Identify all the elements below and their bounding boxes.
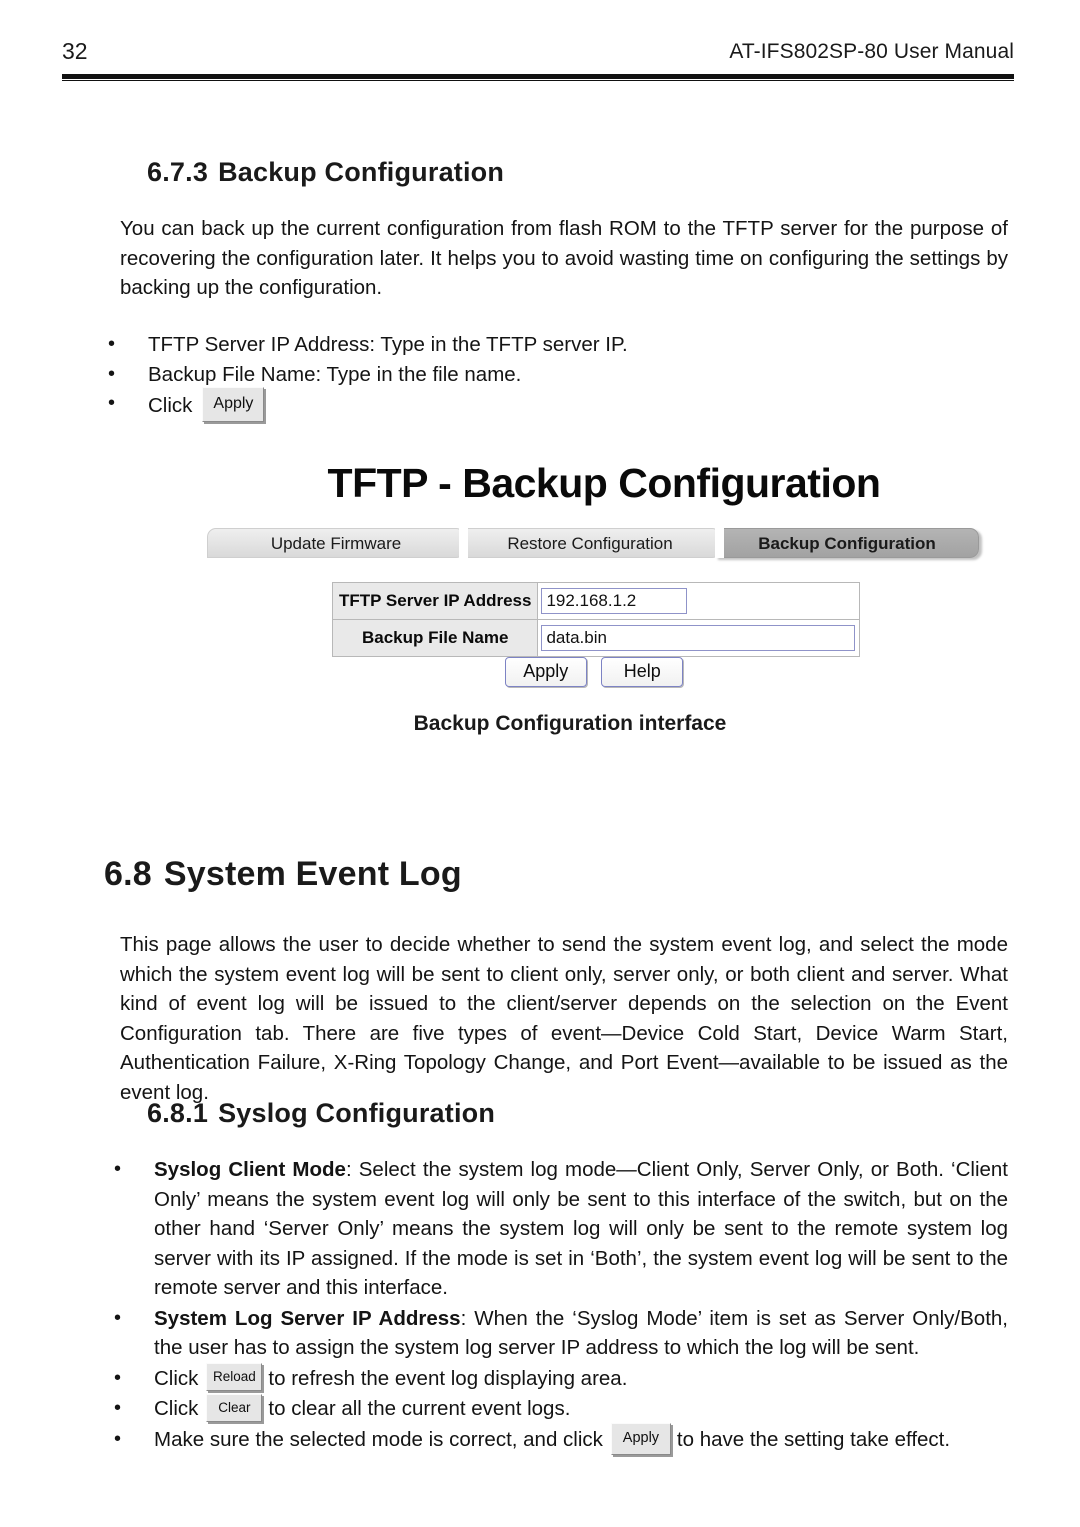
heading-6-8-number: 6.8	[104, 855, 152, 893]
bullet-dot-icon: •	[108, 333, 116, 355]
tab-restore-configuration[interactable]: Restore Configuration	[459, 528, 721, 558]
heading-6-8-1-number: 6.8.1	[147, 1098, 209, 1128]
header-divider-thin	[62, 80, 1014, 81]
tftp-backup-configuration-figure: TFTP - Backup Configuration Update Firmw…	[200, 452, 990, 702]
list-item: • TFTP Server IP Address: Type in the TF…	[104, 330, 804, 360]
tab-update-firmware-label: Update Firmware	[270, 534, 402, 553]
form-button-row: Apply Help	[332, 657, 856, 687]
backup-file-name-input[interactable]: data.bin	[541, 625, 856, 651]
tab-strip: Update Firmware Restore Configuration Ba…	[207, 528, 979, 560]
apply-prefix-text: Make sure the selected mode is correct, …	[154, 1428, 603, 1452]
tftp-server-ip-input[interactable]: 192.168.1.2	[541, 588, 688, 614]
tftp-server-ip-cell: 192.168.1.2	[537, 582, 861, 620]
reload-suffix-text: to refresh the event log displaying area…	[268, 1366, 628, 1390]
tab-separator	[715, 528, 724, 558]
bullet-label-system-log-server-ip: System Log Server IP Address	[154, 1306, 461, 1330]
figure-caption: Backup Configuration interface	[413, 712, 727, 735]
form-apply-button[interactable]: Apply	[504, 657, 587, 687]
tab-update-firmware[interactable]: Update Firmware	[207, 528, 465, 558]
list-item: • Syslog Client Mode: Select the system l…	[110, 1155, 1008, 1303]
list-item: • Click Apply	[104, 387, 804, 424]
bullet-dot-icon: •	[108, 362, 116, 385]
clear-suffix-text: to clear all the current event logs.	[268, 1397, 571, 1421]
tab-restore-configuration-label: Restore Configuration	[507, 534, 673, 553]
heading-6-8-title: System Event Log	[163, 855, 462, 893]
bullet-text-backup-file: Backup File Name: Type in the file name.	[148, 362, 522, 386]
tab-backup-configuration-label: Backup Configuration	[758, 534, 936, 553]
paragraph-6-8: This page allows the user to decide whet…	[120, 933, 1008, 1104]
heading-6-7-3: 6.7.3 Backup Configuration	[147, 157, 504, 188]
heading-6-7-3-number: 6.7.3	[147, 157, 209, 187]
list-item: • Click Reload to refresh the event log dis…	[110, 1362, 1008, 1394]
reload-click-label: Click	[154, 1366, 199, 1390]
bullet-list-6-7-3: • TFTP Server IP Address: Type in the TF…	[104, 330, 804, 424]
heading-6-7-3-title: Backup Configuration	[218, 157, 505, 187]
list-item: • Make sure the selected mode is correct,…	[110, 1423, 1008, 1457]
bullet-dot-icon: •	[108, 392, 116, 414]
paragraph-6-7-3: You can back up the current configuratio…	[120, 217, 1008, 299]
list-item: • Backup File Name: Type in the file nam…	[104, 360, 804, 390]
table-row: TFTP Server IP Address 192.168.1.2	[331, 582, 861, 620]
list-item: • System Log Server IP Address: When the …	[110, 1304, 1008, 1363]
apply-button[interactable]: Apply	[202, 387, 265, 422]
figure-title: TFTP - Backup Configuration	[327, 460, 881, 506]
bullet-dot-icon: •	[114, 1366, 122, 1389]
bullet-text-tftp-ip: TFTP Server IP Address: Type in the TFTP…	[148, 333, 628, 356]
form-help-button[interactable]: Help	[601, 657, 684, 687]
heading-6-8-1: 6.8.1 Syslog Configuration	[147, 1098, 495, 1129]
table-row: Backup File Name data.bin	[331, 619, 861, 657]
header-divider	[62, 74, 1014, 79]
heading-6-8: 6.8 System Event Log	[104, 855, 462, 894]
clear-button[interactable]: Clear	[206, 1393, 263, 1423]
apply-suffix-text: to have the setting take effect.	[676, 1428, 951, 1452]
backup-file-name-label: Backup File Name	[331, 619, 539, 657]
tab-backup-configuration[interactable]: Backup Configuration	[715, 528, 979, 558]
clear-click-label: Click	[154, 1397, 199, 1421]
bullet-list-6-8-1: • Syslog Client Mode: Select the system l…	[110, 1155, 1008, 1458]
bullet-dot-icon: •	[114, 1306, 122, 1329]
bullet-dot-icon: •	[114, 1397, 122, 1420]
heading-6-8-1-title: Syslog Configuration	[218, 1098, 496, 1128]
tab-separator	[459, 528, 468, 558]
reload-button[interactable]: Reload	[206, 1362, 263, 1392]
click-label: Click	[148, 393, 193, 417]
page-number: 32	[62, 38, 88, 64]
backup-file-name-cell: data.bin	[537, 619, 861, 657]
backup-configuration-form: TFTP Server IP Address 192.168.1.2 Backu…	[331, 582, 861, 657]
bullet-dot-icon: •	[114, 1158, 122, 1180]
bullet-label-syslog-client-mode: Syslog Client Mode	[154, 1158, 346, 1181]
list-item: • Click Clear to clear all the current even…	[110, 1393, 1008, 1424]
manual-title: AT-IFS802SP-80 User Manual	[729, 40, 1014, 63]
apply-button-syslog[interactable]: Apply	[610, 1423, 671, 1455]
tftp-server-ip-label: TFTP Server IP Address	[331, 582, 539, 620]
bullet-dot-icon: •	[114, 1428, 122, 1451]
